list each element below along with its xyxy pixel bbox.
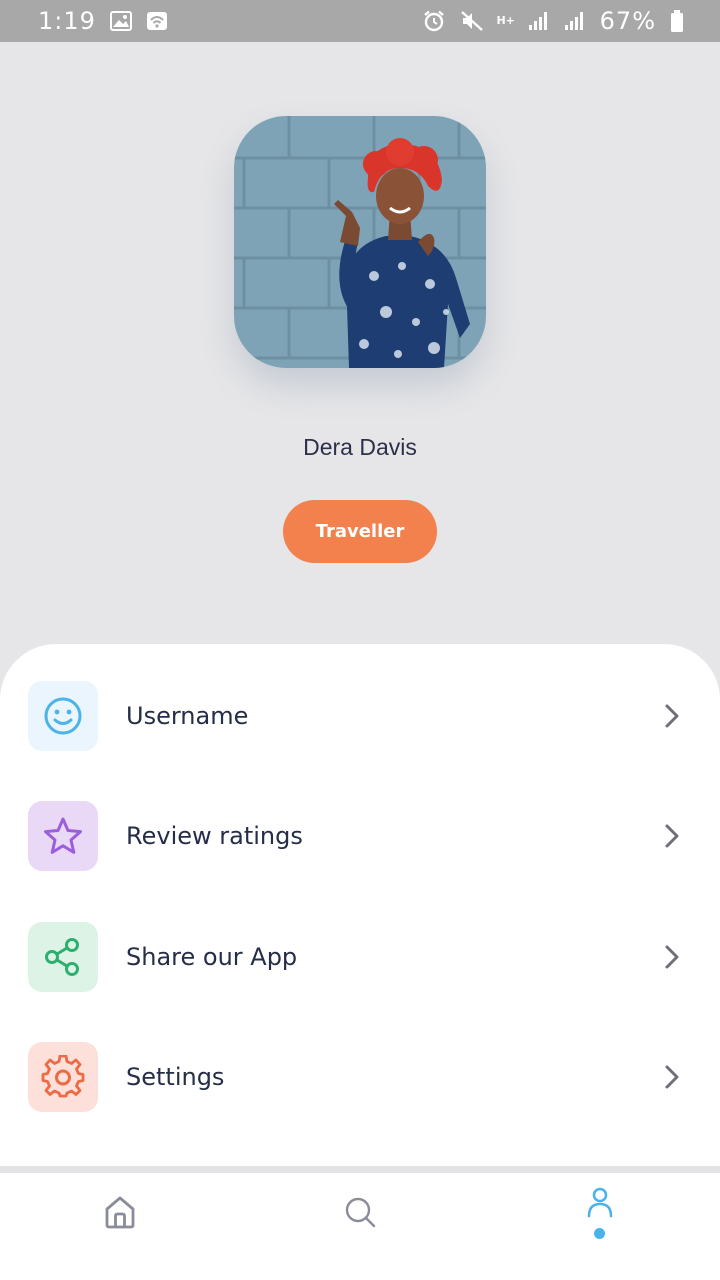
menu-item-username[interactable]: Username <box>0 681 720 771</box>
menu-item-review-ratings[interactable]: Review ratings <box>0 801 720 891</box>
nav-item-profile[interactable] <box>480 1173 720 1280</box>
menu-label-settings: Settings <box>126 1063 225 1091</box>
smiley-icon <box>44 697 82 735</box>
menu-sheet: Username Review ratings Share our App Se… <box>0 644 720 1166</box>
status-left: 1:19 <box>38 7 168 35</box>
share-icon <box>45 938 79 976</box>
gallery-icon <box>109 11 132 31</box>
menu-label-share-app: Share our App <box>126 943 298 971</box>
wifi-notification-icon <box>146 11 168 31</box>
menu-icon-box-share-app <box>28 922 98 992</box>
bottom-nav <box>0 1173 720 1280</box>
mute-icon <box>460 9 484 33</box>
gear-icon <box>41 1055 85 1098</box>
nav-item-search[interactable] <box>240 1173 480 1280</box>
menu-label-review-ratings: Review ratings <box>126 822 303 850</box>
chevron-right-icon <box>665 945 679 969</box>
menu-item-share-app[interactable]: Share our App <box>0 922 720 1012</box>
nav-divider <box>0 1166 720 1173</box>
network-type-label: H+ <box>496 14 515 27</box>
menu-label-username: Username <box>126 702 249 730</box>
home-icon <box>105 1196 135 1229</box>
active-indicator-dot <box>594 1228 605 1239</box>
alarm-icon <box>422 9 446 33</box>
status-time: 1:19 <box>38 7 96 35</box>
role-badge-button[interactable]: Traveller <box>283 500 437 563</box>
menu-icon-box-username <box>28 681 98 751</box>
signal-icon <box>528 11 550 31</box>
menu-item-settings[interactable]: Settings <box>0 1042 720 1132</box>
avatar[interactable] <box>234 116 486 368</box>
chevron-right-icon <box>665 704 679 728</box>
battery-percent: 67% <box>599 7 656 35</box>
network-type: H+ <box>496 14 515 27</box>
nav-item-home[interactable] <box>0 1173 240 1280</box>
signal-icon-2 <box>564 11 586 31</box>
chevron-right-icon <box>665 1065 679 1089</box>
avatar-photo <box>234 116 486 368</box>
status-right: H+ 67% <box>422 7 684 35</box>
star-icon <box>44 817 82 854</box>
chevron-right-icon <box>665 824 679 848</box>
profile-header: Dera Davis Traveller <box>0 42 720 682</box>
menu-icon-box-review-ratings <box>28 801 98 871</box>
user-icon <box>587 1187 613 1218</box>
profile-name: Dera Davis <box>303 434 417 460</box>
battery-icon <box>670 9 684 33</box>
status-bar: 1:19 H+ 67% <box>0 0 720 42</box>
menu-icon-box-settings <box>28 1042 98 1112</box>
search-icon <box>345 1197 376 1228</box>
